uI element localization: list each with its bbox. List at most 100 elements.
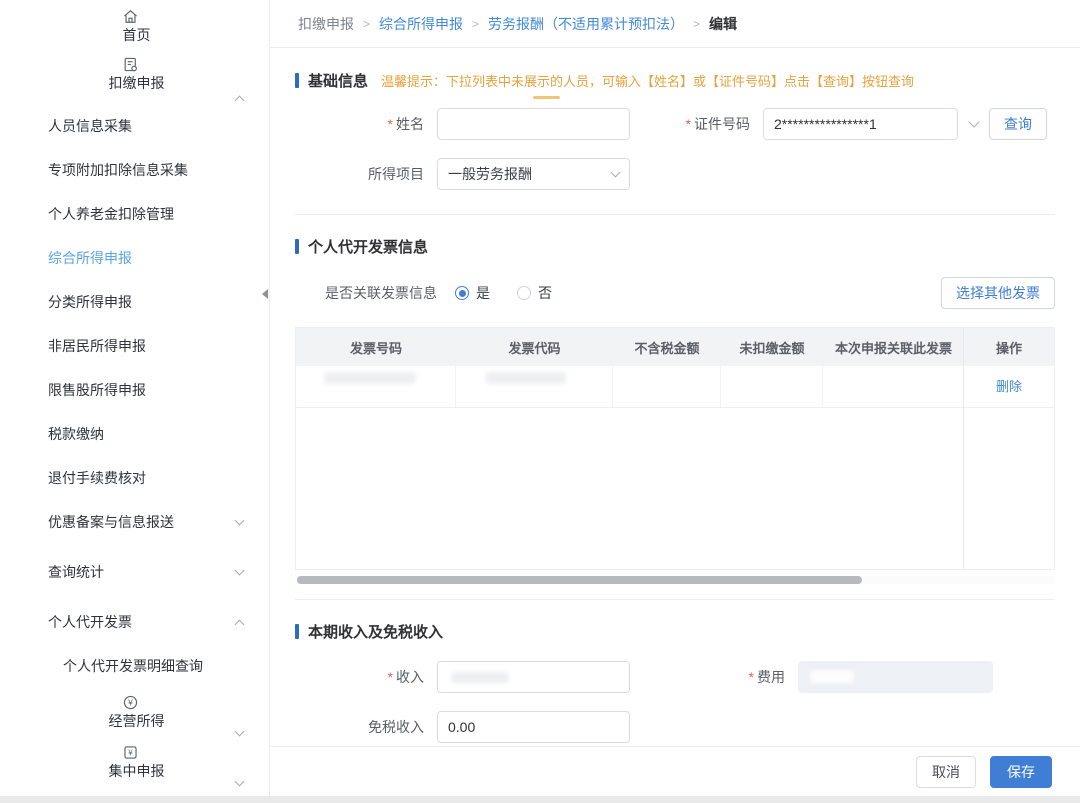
required-mark: * — [748, 669, 754, 685]
sidebar-collapse-icon[interactable] — [262, 289, 268, 299]
sidebar-item-tax-payment[interactable]: 税款缴纳 — [0, 412, 269, 456]
basic-info-section-header: 基础信息 温馨提示：下拉列表中未展示的人员，可输入【姓名】或【证件号码】点击【查… — [295, 70, 1055, 99]
breadcrumb-item[interactable]: 综合所得申报 — [379, 14, 463, 34]
column-header: 未扣缴金额 — [739, 340, 805, 356]
yen-box-icon: ¥ — [122, 744, 139, 761]
table-horizontal-scrollbar — [295, 576, 1055, 584]
name-input[interactable] — [437, 108, 630, 140]
chevron-down-icon — [234, 565, 245, 576]
save-button[interactable]: 保存 — [990, 755, 1052, 788]
column-header: 发票代码 — [508, 340, 561, 356]
sidebar-item-nonresident-income[interactable]: 非居民所得申报 — [0, 324, 269, 368]
radio-no-label[interactable]: 否 — [538, 283, 552, 303]
fixed-column-divider — [963, 328, 964, 569]
fee-input — [798, 661, 993, 693]
sidebar-item-preferential-filing[interactable]: 优惠备案与信息报送 — [0, 500, 269, 544]
footer-action-bar: 取消 保存 — [270, 746, 1080, 796]
breadcrumb-separator: > — [472, 16, 480, 31]
required-mark: * — [387, 669, 393, 685]
scrollbar-thumb[interactable] — [297, 576, 862, 584]
tip-underline-mark — [533, 96, 561, 99]
svg-text:¥: ¥ — [128, 748, 133, 757]
sidebar-item-label: 税款缴纳 — [48, 426, 104, 442]
sidebar-item-label: 个人养老金扣除管理 — [48, 206, 174, 222]
income-fee-row: * 收入 * 费用 — [295, 661, 1055, 693]
sidebar-item-label: 个人代开发票明细查询 — [63, 658, 203, 674]
breadcrumb-item[interactable]: 劳务报酬（不适用累计预扣法） — [488, 14, 684, 34]
sidebar-item-special-deduction[interactable]: 专项附加扣除信息采集 — [0, 148, 269, 192]
radio-no[interactable] — [517, 286, 531, 300]
chevron-down-icon — [610, 167, 621, 178]
sidebar-item-label: 专项附加扣除信息采集 — [48, 162, 188, 178]
svg-text:¥: ¥ — [127, 698, 133, 708]
unwithheld-amount-cell — [721, 366, 823, 407]
name-label: * 姓名 — [387, 116, 424, 132]
sidebar-item-label: 集中申报 — [108, 763, 165, 779]
sidebar-item-personal-invoice[interactable]: 个人代开发票 — [0, 600, 269, 644]
breadcrumb-separator: > — [363, 16, 371, 31]
column-header: 发票号码 — [349, 340, 402, 356]
tax-free-income-input[interactable] — [437, 711, 630, 743]
invoice-code-cell — [456, 366, 613, 407]
invoice-table: 发票号码 发票代码 不含税金额 未扣缴金额 本次申报关联此发票 操作 删除 — [295, 327, 1055, 570]
sidebar-item-comprehensive-income[interactable]: 综合所得申报 — [0, 236, 269, 280]
income-input[interactable] — [437, 661, 630, 693]
income-item-select[interactable]: 一般劳务报酬 — [437, 158, 630, 190]
income-item-row: 所得项目 一般劳务报酬 — [295, 158, 1055, 190]
radio-yes[interactable] — [455, 286, 469, 300]
breadcrumb-item[interactable]: 扣缴申报 — [298, 14, 354, 34]
chevron-down-icon — [234, 726, 245, 737]
breadcrumb-current: 编辑 — [709, 15, 738, 32]
sidebar-item-centralized-declaration[interactable]: ¥ 集中申报 — [0, 744, 269, 792]
sidebar-item-label: 退付手续费核对 — [48, 470, 146, 486]
main-panel: 扣缴申报 > 综合所得申报 > 劳务报酬（不适用累计预扣法） > 编辑 基础信息… — [270, 0, 1080, 796]
radio-yes-label[interactable]: 是 — [476, 283, 490, 303]
sidebar-item-home[interactable]: 首页 — [0, 8, 269, 56]
sidebar-item-label: 优惠备案与信息报送 — [48, 514, 174, 530]
sidebar-item-label: 综合所得申报 — [48, 250, 132, 266]
id-dropdown-chevron-icon[interactable] — [968, 116, 980, 128]
sidebar-item-withholding[interactable]: 扣缴申报 — [0, 56, 269, 106]
id-number-input[interactable] — [763, 108, 958, 140]
sidebar-item-business-income[interactable]: ¥ 经营所得 — [0, 694, 269, 742]
amount-ex-tax-cell — [613, 366, 721, 407]
section-accent-bar — [295, 73, 299, 88]
sidebar-item-restricted-shares[interactable]: 限售股所得申报 — [0, 368, 269, 412]
sidebar-item-query-statistics[interactable]: 查询统计 — [0, 550, 269, 594]
section-title: 本期收入及免税收入 — [308, 624, 444, 641]
cancel-button[interactable]: 取消 — [916, 755, 976, 788]
chevron-down-icon — [234, 515, 245, 526]
section-divider — [295, 599, 1055, 600]
form-content: 基础信息 温馨提示：下拉列表中未展示的人员，可输入【姓名】或【证件号码】点击【查… — [270, 48, 1080, 746]
section-accent-bar — [295, 239, 299, 254]
sidebar-item-refund-fee-check[interactable]: 退付手续费核对 — [0, 456, 269, 500]
table-row: 删除 — [296, 366, 1054, 408]
tax-free-income-label: 免税收入 — [368, 719, 424, 735]
invoice-no-cell — [296, 366, 456, 407]
sidebar-item-label: 查询统计 — [48, 564, 104, 580]
sidebar-item-invoice-detail-query[interactable]: 个人代开发票明细查询 — [0, 644, 269, 688]
sidebar-item-label: 非居民所得申报 — [48, 338, 146, 354]
query-button[interactable]: 查询 — [989, 108, 1047, 140]
action-cell: 删除 — [964, 366, 1054, 407]
link-invoice-label: 是否关联发票信息 — [325, 285, 437, 301]
sidebar-item-pension-deduction[interactable]: 个人养老金扣除管理 — [0, 192, 269, 236]
income-item-label: 所得项目 — [368, 166, 424, 182]
column-header: 不含税金额 — [634, 340, 700, 356]
home-icon — [122, 8, 139, 25]
sidebar-item-personnel-info[interactable]: 人员信息采集 — [0, 104, 269, 148]
name-id-row: *姓名 *证件号码 查询 — [295, 108, 1055, 140]
sidebar-item-label: 分类所得申报 — [48, 294, 132, 310]
invoice-table-header: 发票号码 发票代码 不含税金额 未扣缴金额 本次申报关联此发票 操作 — [296, 328, 1054, 366]
tax-free-row: 免税收入 — [295, 711, 1055, 743]
sidebar-item-label: 人员信息采集 — [48, 118, 132, 134]
sidebar-item-classified-income[interactable]: 分类所得申报 — [0, 280, 269, 324]
delete-link[interactable]: 删除 — [964, 366, 1054, 408]
sidebar-item-label: 首页 — [122, 27, 151, 43]
section-title: 基础信息 — [308, 73, 369, 90]
section-title: 个人代开发票信息 — [308, 239, 429, 256]
column-header: 本次申报关联此发票 — [834, 340, 952, 356]
id-number-label: * 证件号码 — [685, 116, 750, 132]
fee-label: * 费用 — [748, 669, 785, 685]
select-other-invoice-button[interactable]: 选择其他发票 — [941, 277, 1055, 309]
